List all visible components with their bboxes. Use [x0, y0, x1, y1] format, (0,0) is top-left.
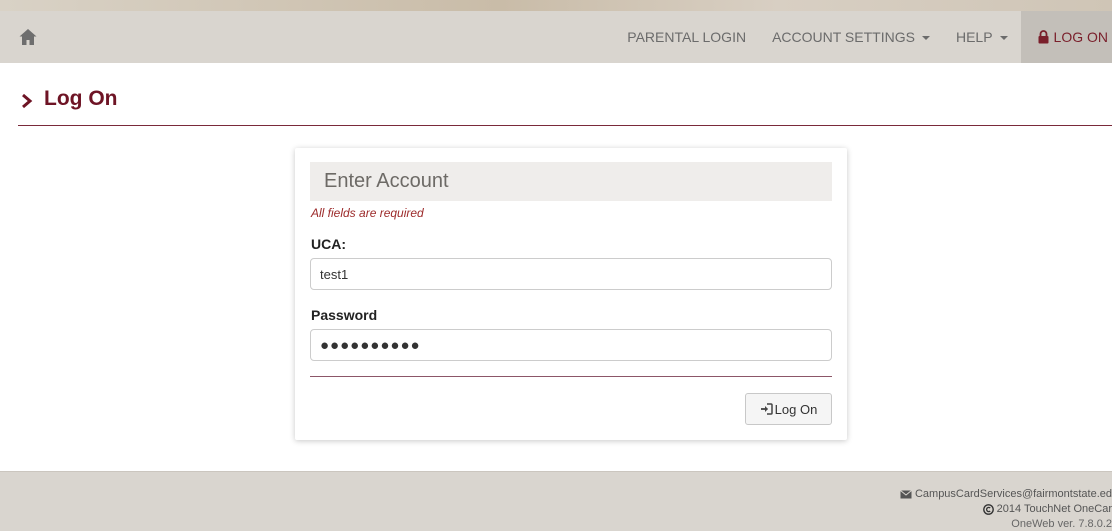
- caret-down-icon: [999, 36, 1008, 40]
- nav-item-label: HELP: [955, 29, 993, 45]
- copyright-icon: [982, 503, 994, 515]
- required-fields-note: All fields are required: [311, 206, 424, 220]
- envelope-icon: [900, 489, 912, 499]
- uca-input[interactable]: [310, 258, 832, 290]
- nav-item-account-settings[interactable]: ACCOUNT SETTINGS: [759, 11, 943, 63]
- panel-heading: Enter Account: [310, 162, 832, 201]
- title-divider: [18, 125, 1112, 126]
- nav-menu: PARENTAL LOGIN ACCOUNT SETTINGS HELP LOG…: [614, 11, 1112, 63]
- nav-item-label: ACCOUNT SETTINGS: [772, 29, 915, 45]
- password-input[interactable]: [310, 329, 832, 361]
- nav-item-log-on[interactable]: LOG ON: [1020, 11, 1112, 63]
- nav-item-label: PARENTAL LOGIN: [627, 29, 747, 45]
- chevron-right-icon: [20, 91, 34, 109]
- top-navbar: PARENTAL LOGIN ACCOUNT SETTINGS HELP LOG…: [0, 11, 1112, 63]
- footer-email-link[interactable]: CampusCardServices@fairmontstate.ed: [915, 488, 1112, 500]
- footer-copyright-text: 2014 TouchNet OneCar: [996, 503, 1112, 515]
- panel-divider: [310, 376, 832, 377]
- decorative-banner-strip: [0, 0, 1112, 11]
- login-panel: Enter Account All fields are required UC…: [295, 148, 847, 440]
- nav-item-help[interactable]: HELP: [943, 11, 1021, 63]
- home-icon[interactable]: [18, 27, 38, 47]
- page-footer: CampusCardServices@fairmontstate.ed 2014…: [0, 471, 1112, 531]
- page-title: Log On: [20, 84, 117, 114]
- footer-email-line: CampusCardServices@fairmontstate.ed: [900, 488, 1112, 500]
- page-title-text: Log On: [44, 87, 118, 110]
- caret-down-icon: [921, 36, 930, 40]
- nav-item-parental-login[interactable]: PARENTAL LOGIN: [614, 11, 759, 63]
- sign-in-icon: [760, 403, 773, 415]
- footer-copyright: 2014 TouchNet OneCar: [982, 503, 1112, 515]
- lock-icon: [1037, 30, 1050, 44]
- uca-label: UCA:: [311, 236, 346, 252]
- log-on-button[interactable]: Log On: [745, 393, 832, 425]
- log-on-button-label: Log On: [774, 401, 818, 417]
- nav-item-label: LOG ON: [1053, 29, 1108, 45]
- password-label: Password: [311, 307, 378, 323]
- footer-version: OneWeb ver. 7.8.0.2: [1011, 518, 1112, 530]
